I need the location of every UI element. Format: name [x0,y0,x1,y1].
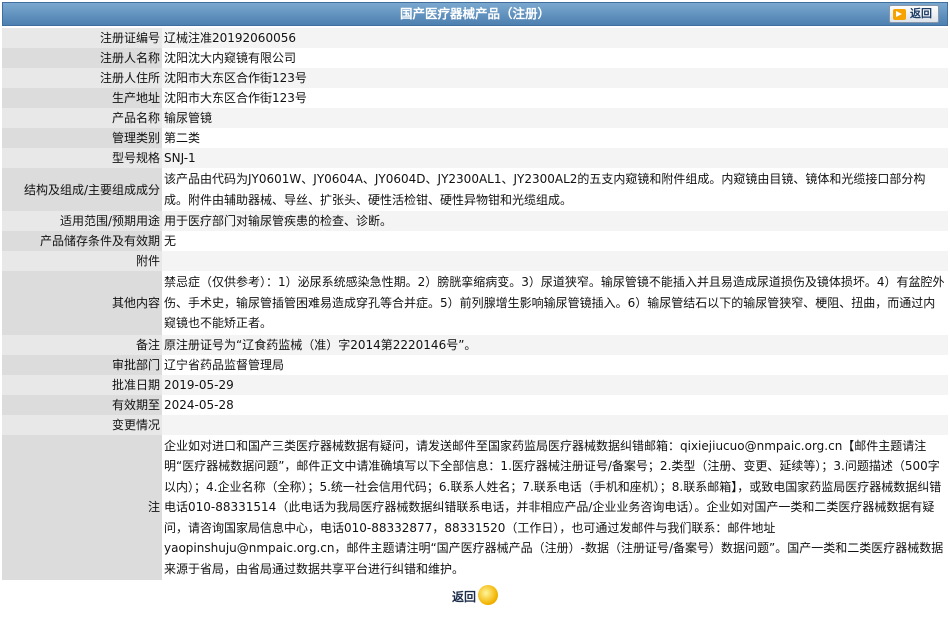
field-value: 辽械注准20192060056 [162,28,948,48]
field-label: 附件 [2,251,162,271]
field-label: 产品储存条件及有效期 [2,231,162,251]
table-row: 管理类别 第二类 [2,128,948,148]
table-row: 注册证编号 辽械注准20192060056 [2,28,948,48]
page-title: 国产医疗器械产品（注册） [399,6,550,21]
field-label: 产品名称 [2,108,162,128]
field-label: 其他内容 [2,271,162,335]
arrow-right-icon [893,8,906,20]
back-button-bottom[interactable]: 返回 [451,585,498,606]
record-table: 注册证编号 辽械注准20192060056 注册人名称 沈阳沈大内窥镜有限公司 … [2,28,948,580]
table-row: 生产地址 沈阳市大东区合作街123号 [2,88,948,108]
table-row: 变更情况 [2,414,948,435]
field-value: 输尿管镜 [162,108,948,128]
field-label: 注册人名称 [2,48,162,68]
field-label: 批准日期 [2,374,162,395]
table-row: 其他内容 禁忌症（仅供参考）：1）泌尿系统感染急性期。2）膀胱挛缩病变。3）尿道… [2,271,948,335]
field-value: 辽宁省药品监督管理局 [162,354,948,375]
field-label: 型号规格 [2,148,162,168]
table-row: 注册人名称 沈阳沈大内窥镜有限公司 [2,48,948,68]
table-row: 注册人住所 沈阳市大东区合作街123号 [2,68,948,88]
field-label: 结构及组成/主要组成成分 [2,168,162,211]
table-row: 审批部门 辽宁省药品监督管理局 [2,354,948,375]
table-row: 适用范围/预期用途 用于医疗部门对输尿管疾患的检查、诊断。 [2,211,948,231]
field-value: 沈阳沈大内窥镜有限公司 [162,48,948,68]
table-row: 批准日期 2019-05-29 [2,374,948,395]
footer: 返回 [0,585,950,606]
table-row: 产品名称 输尿管镜 [2,108,948,128]
field-value: 该产品由代码为JY0601W、JY0604A、JY0604D、JY2300AL1… [162,168,948,211]
field-label: 生产地址 [2,88,162,108]
field-value: 沈阳市大东区合作街123号 [162,68,948,88]
field-value: 沈阳市大东区合作街123号 [162,88,948,108]
back-button-label: 返回 [910,7,932,20]
field-value: 企业如对进口和国产三类医疗器械数据有疑问，请发送邮件至国家药监局医疗器械数据纠错… [162,434,948,580]
field-value: 第二类 [162,128,948,148]
circle-icon [478,585,498,605]
field-label: 注册证编号 [2,28,162,48]
page-header: 国产医疗器械产品（注册） 返回 [2,2,948,26]
field-label: 管理类别 [2,128,162,148]
field-value: 原注册证号为“辽食药监械（准）字2014第2220146号”。 [162,334,948,355]
back-button-bottom-label: 返回 [451,589,476,604]
back-button-top[interactable]: 返回 [889,5,939,23]
field-value: 禁忌症（仅供参考）：1）泌尿系统感染急性期。2）膀胱挛缩病变。3）尿道狭窄。输尿… [162,271,948,335]
table-row: 型号规格 SNJ-1 [2,148,948,168]
field-value: SNJ-1 [162,148,948,168]
field-value: 2024-05-28 [162,394,948,415]
field-label: 注册人住所 [2,68,162,88]
field-label: 变更情况 [2,414,162,435]
field-label: 适用范围/预期用途 [2,211,162,231]
table-row: 结构及组成/主要组成成分 该产品由代码为JY0601W、JY0604A、JY06… [2,168,948,211]
field-label: 注 [2,434,162,580]
field-value: 2019-05-29 [162,374,948,395]
table-row: 有效期至 2024-05-28 [2,394,948,415]
table-row: 备注 原注册证号为“辽食药监械（准）字2014第2220146号”。 [2,334,948,355]
table-row: 产品储存条件及有效期 无 [2,231,948,251]
table-row: 附件 [2,251,948,271]
table-row: 注 企业如对进口和国产三类医疗器械数据有疑问，请发送邮件至国家药监局医疗器械数据… [2,434,948,580]
field-value [162,251,948,271]
field-value: 用于医疗部门对输尿管疾患的检查、诊断。 [162,211,948,231]
field-value [162,414,948,435]
field-label: 审批部门 [2,354,162,375]
field-label: 有效期至 [2,394,162,415]
field-value: 无 [162,231,948,251]
field-label: 备注 [2,334,162,355]
